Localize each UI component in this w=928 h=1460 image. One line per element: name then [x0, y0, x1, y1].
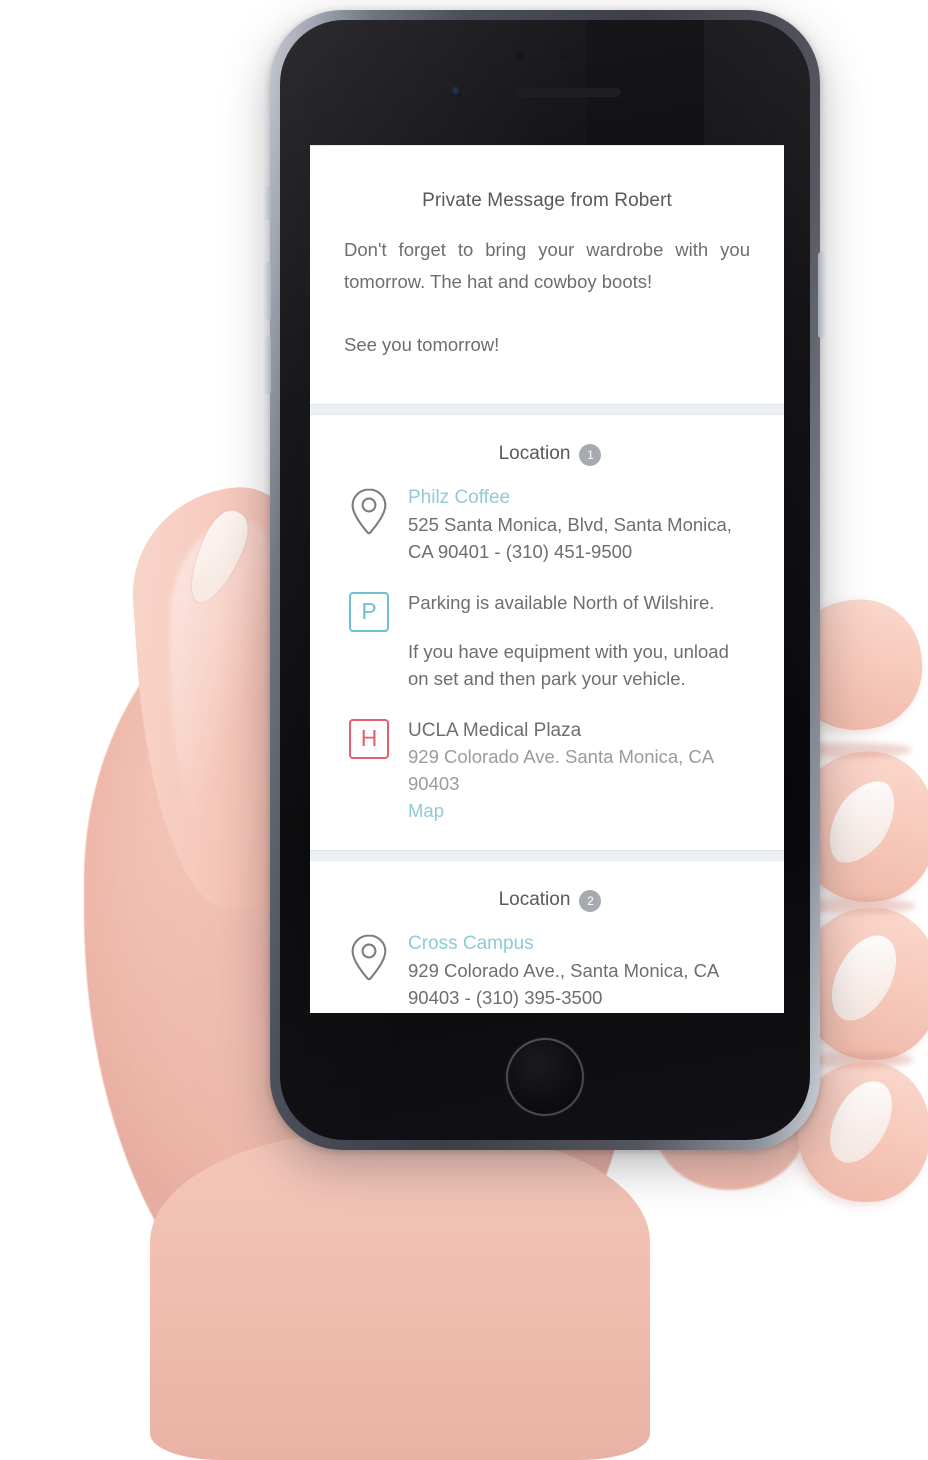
ambient-light-sensor-icon [559, 50, 571, 59]
thumbnail [179, 504, 257, 610]
volume-down-button[interactable] [262, 336, 271, 394]
map-pin-icon [346, 931, 392, 981]
parking-text-block: Parking is available North of Wilshire. … [408, 590, 754, 693]
private-message-card: Private Message from Robert Don't forget… [310, 145, 784, 406]
location-1-heading: Location 1 [346, 443, 754, 467]
parking-p-icon: P [349, 591, 389, 632]
silent-switch[interactable] [262, 186, 271, 220]
wrist [150, 1130, 650, 1460]
parking-line-1: Parking is available North of Wilshire. [408, 591, 715, 613]
location-1-heading-label: Location [498, 443, 571, 465]
parking-line-2: If you have equipment with you, unload o… [408, 641, 729, 690]
hospital-icon-wrapper: H [346, 717, 392, 759]
fingernail [816, 768, 909, 876]
phone-screen: Private Message from Robert Don't forget… [310, 145, 784, 1013]
parking-info-row: P Parking is available North of Wilshire… [346, 590, 754, 693]
venue-address: 929 Colorado Ave., Santa Monica, CA 9040… [408, 960, 719, 1008]
message-body: Don't forget to bring your wardrobe with… [344, 239, 750, 292]
fingernail [818, 924, 911, 1032]
front-camera-icon [451, 86, 462, 97]
parking-icon-wrapper: P [346, 590, 392, 632]
hospital-row-ucla-medical-plaza: H UCLA Medical Plaza 929 Colorado Ave. S… [346, 717, 754, 824]
venue-row-philz-coffee: Philz Coffee 525 Santa Monica, Blvd, San… [346, 485, 754, 565]
home-button[interactable] [506, 1038, 584, 1116]
venue-name-link-cross-campus[interactable]: Cross Campus [408, 931, 754, 958]
venue-text-block: Philz Coffee 525 Santa Monica, Blvd, San… [408, 485, 754, 565]
earpiece-speaker-icon [515, 88, 621, 97]
map-pin-icon [346, 485, 392, 535]
venue-row-cross-campus: Cross Campus 929 Colorado Ave., Santa Mo… [346, 931, 754, 1011]
hospital-map-link[interactable]: Map [408, 798, 754, 825]
hospital-h-icon: H [349, 718, 389, 759]
location-2-heading-label: Location [498, 889, 571, 911]
location-2-badge: 2 [579, 890, 602, 913]
hospital-text-block: UCLA Medical Plaza 929 Colorado Ave. San… [408, 717, 754, 824]
venue-text-block: Cross Campus 929 Colorado Ave., Santa Mo… [408, 931, 754, 1011]
power-button[interactable] [818, 252, 827, 338]
location-card-2: Location 2 Cross Campus 929 Colorado Ave… [310, 860, 784, 1013]
proximity-sensor-icon [517, 52, 524, 59]
volume-up-button[interactable] [262, 262, 271, 320]
venue-name-link-philz-coffee[interactable]: Philz Coffee [408, 485, 754, 512]
location-card-1: Location 1 Philz Coffee 525 Santa Monica… [310, 414, 784, 852]
location-1-badge: 1 [579, 444, 602, 467]
message-signoff: See you tomorrow! [344, 333, 500, 355]
venue-address: 525 Santa Monica, Blvd, Santa Monica, CA… [408, 514, 732, 563]
fingernail [817, 1070, 906, 1173]
message-title: Private Message from Robert [422, 190, 672, 211]
hospital-address: 929 Colorado Ave. Santa Monica, CA 90403 [408, 746, 714, 794]
hospital-name: UCLA Medical Plaza [408, 719, 582, 741]
location-2-heading: Location 2 [346, 889, 754, 913]
